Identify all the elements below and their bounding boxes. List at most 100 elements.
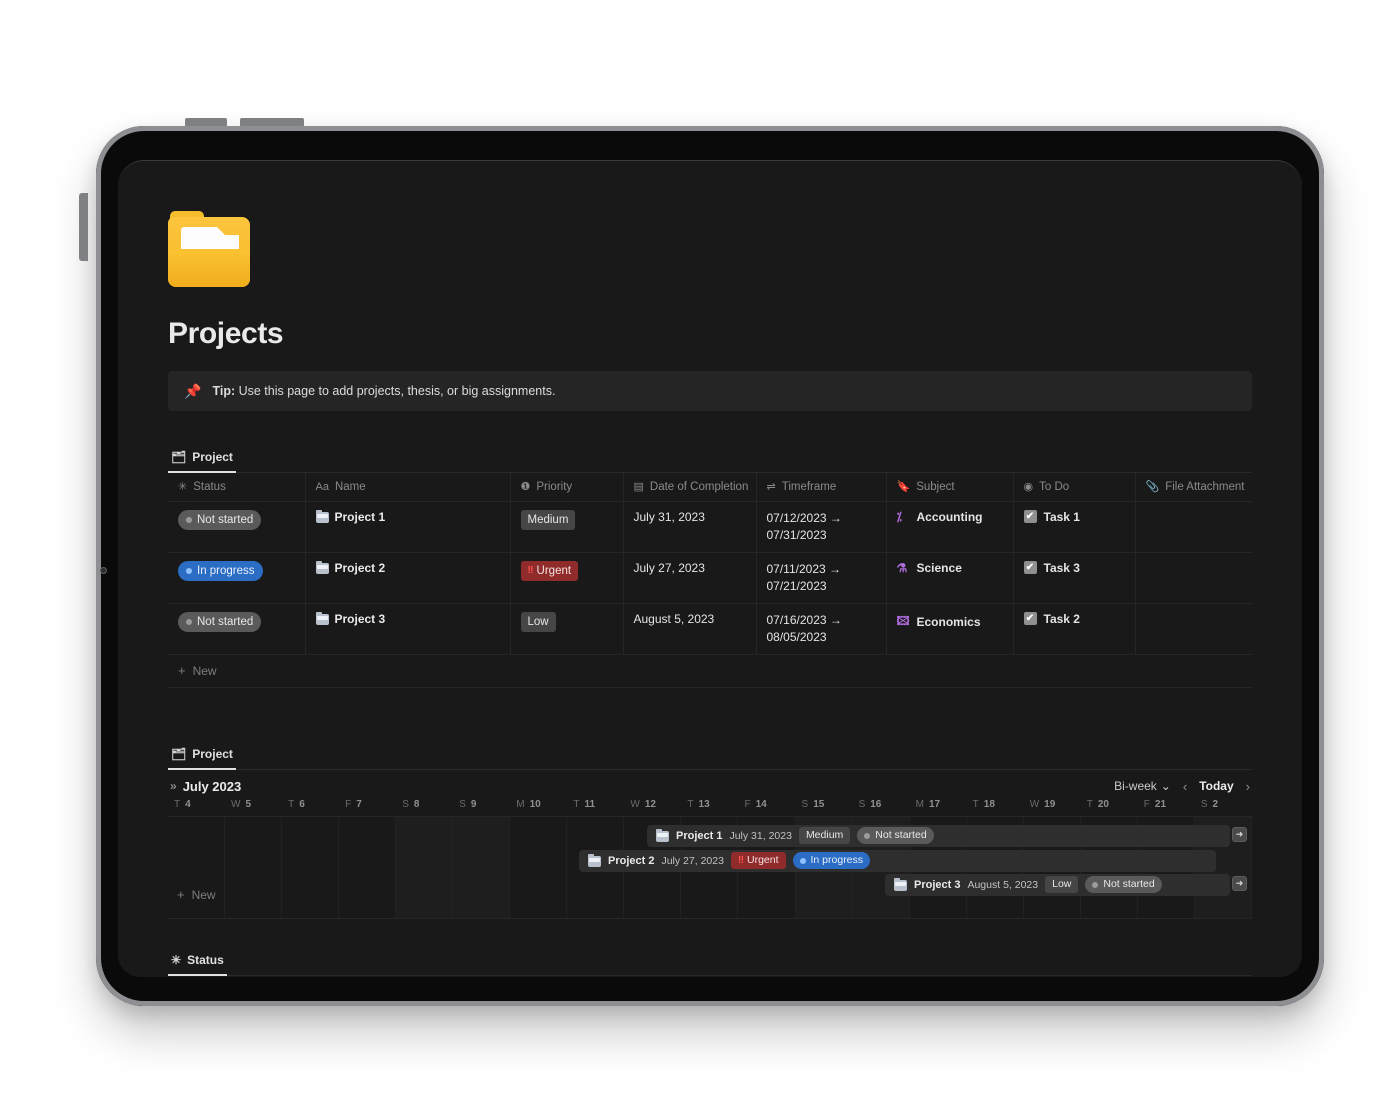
flask-icon: ⚗: [896, 560, 908, 575]
cell-subject[interactable]: ⚗ Science: [886, 552, 1014, 604]
row-name: Project 1: [334, 509, 386, 524]
chevron-down-icon: ⌄: [1160, 779, 1171, 793]
column-header-subject[interactable]: 🔖 Subject: [886, 473, 1014, 502]
timeline-item-date: August 5, 2023: [967, 878, 1039, 891]
column-header-name[interactable]: Aa Name: [305, 473, 511, 502]
timeline-prev-button[interactable]: ‹: [1183, 779, 1187, 794]
todo-label: Task 1: [1043, 509, 1080, 524]
column-header-priority[interactable]: ❶ Priority: [510, 473, 624, 502]
timeline-month[interactable]: » July 2023: [170, 779, 241, 794]
date-value: August 5, 2023: [633, 611, 715, 626]
chevron-double-right-icon[interactable]: »: [170, 779, 177, 793]
status-spinner-icon: ✳: [171, 952, 182, 967]
cell-name[interactable]: Project 2: [305, 552, 511, 604]
timeline-day: W 12: [630, 798, 656, 810]
timeline-item[interactable]: Project 3 August 5, 2023 Low Not started: [885, 873, 1230, 896]
text-aa-icon: Aa: [315, 480, 329, 493]
checkbox-icon[interactable]: ✔: [1023, 510, 1037, 523]
timeline-item-date: July 27, 2023: [661, 854, 724, 867]
cell-todo[interactable]: ✔ Task 3: [1013, 552, 1136, 604]
cell-status[interactable]: Not started: [168, 501, 306, 553]
cell-priority[interactable]: Medium: [510, 501, 624, 553]
cell-file-attachment[interactable]: [1135, 552, 1252, 604]
folder-icon: [315, 611, 329, 625]
table-row[interactable]: In progress Project 2 ‼ Urgent July 27, 2…: [168, 552, 1252, 604]
tip-label: Tip:: [212, 384, 236, 398]
checkbox-icon[interactable]: ✔: [1023, 561, 1037, 574]
cell-date[interactable]: July 31, 2023: [623, 501, 757, 553]
timeline-item[interactable]: Project 2 July 27, 2023 ‼ Urgent In progr…: [579, 849, 1216, 872]
column-header-date-of-completion[interactable]: ▤ Date of Completion: [623, 473, 757, 502]
cell-priority[interactable]: ‼ Urgent: [510, 552, 624, 604]
timeline-today-button[interactable]: Today: [1199, 779, 1233, 793]
timeline-day: S 15: [801, 798, 825, 810]
status-badge[interactable]: In progress: [178, 560, 263, 581]
priority-tag[interactable]: Medium: [520, 509, 576, 530]
cell-timeframe[interactable]: 07/11/2023 → 07/21/2023: [756, 552, 887, 604]
status-badge[interactable]: Not started: [178, 509, 262, 530]
page-icon-folder-icon[interactable]: [168, 211, 250, 287]
cell-priority[interactable]: Low: [510, 603, 624, 655]
timeline-day: T 20: [1086, 798, 1109, 810]
tab-label: Project: [192, 746, 233, 761]
timeframe-start: 07/16/2023 →: [766, 612, 842, 627]
column-label: Name: [334, 480, 366, 493]
column-header-todo[interactable]: ◉ To Do: [1013, 473, 1136, 502]
timeline-day: F7: [345, 798, 362, 810]
timeline-zoom-select[interactable]: Bi-week ⌄: [1114, 779, 1171, 793]
cell-date[interactable]: August 5, 2023: [623, 603, 757, 655]
cell-file-attachment[interactable]: [1135, 501, 1252, 553]
cell-todo[interactable]: ✔ Task 1: [1013, 501, 1136, 553]
timeframe-end: 07/31/2023: [766, 527, 827, 542]
cell-date[interactable]: July 27, 2023: [623, 552, 757, 604]
column-label: Priority: [536, 480, 573, 493]
timeline-new-button[interactable]: + New: [177, 888, 216, 902]
tab-status-board[interactable]: ✳ Status: [168, 949, 227, 976]
column-header-timeframe[interactable]: ⇌ Timeframe: [756, 473, 887, 502]
column-label: Date of Completion: [649, 480, 749, 493]
projects-table: ✳ Status Aa Name ❶ Priority ▤ Date of Comple…: [168, 473, 1252, 655]
page-title[interactable]: Projects: [168, 317, 1252, 351]
paperclip-icon: 📎: [1145, 481, 1160, 494]
tab-project-table[interactable]: 🗂 Project: [168, 446, 236, 473]
timeline-overflow-arrow-icon[interactable]: ➜: [1232, 826, 1247, 842]
priority-tag[interactable]: ‼ Urgent: [520, 560, 579, 581]
status-badge[interactable]: Not started: [178, 611, 262, 632]
table-row[interactable]: Not started Project 3 Low August 5, 2023…: [168, 603, 1252, 655]
new-label: New: [192, 663, 217, 678]
cell-name[interactable]: Project 1: [305, 501, 511, 553]
status-label: Not started: [197, 513, 254, 526]
row-name: Project 3: [334, 611, 386, 626]
timeline-day: T6: [288, 798, 305, 810]
column-header-status[interactable]: ✳ Status: [168, 473, 306, 502]
math-symbols-icon: ⁒: [896, 509, 902, 524]
cell-subject[interactable]: 🖾 Economics: [886, 603, 1014, 655]
row-name: Project 2: [334, 560, 386, 575]
tab-project-timeline[interactable]: 🗂 Project: [168, 743, 236, 770]
timeline-item[interactable]: Project 1 July 31, 2023 Medium Not start…: [647, 824, 1230, 847]
timeline-next-button[interactable]: ›: [1246, 779, 1250, 794]
cell-subject[interactable]: ⁒ Accounting: [886, 501, 1014, 553]
date-value: July 27, 2023: [633, 560, 705, 575]
timeline-toolbar: » July 2023 Bi-week ⌄ ‹ Today ›: [168, 770, 1252, 798]
cell-todo[interactable]: ✔ Task 2: [1013, 603, 1136, 655]
timeline-overflow-arrow-icon[interactable]: ➜: [1232, 875, 1247, 891]
table-new-row-button[interactable]: + New: [168, 655, 1252, 688]
timeframe-end: 08/05/2023: [766, 629, 827, 644]
todo-label: Task 2: [1043, 611, 1080, 626]
cell-status[interactable]: Not started: [168, 603, 306, 655]
cell-file-attachment[interactable]: [1135, 603, 1252, 655]
cell-timeframe[interactable]: 07/16/2023 → 08/05/2023: [756, 603, 887, 655]
cell-status[interactable]: In progress: [168, 552, 306, 604]
folder-icon: [315, 560, 329, 574]
table-row[interactable]: Not started Project 1 Medium July 31, 20…: [168, 501, 1252, 553]
cell-timeframe[interactable]: 07/12/2023 → 07/31/2023: [756, 501, 887, 553]
plus-icon: +: [178, 663, 186, 678]
database-board-block: ✳ Status Not started 2 Project 1: [168, 949, 1252, 978]
calendar-icon: ▤: [633, 481, 644, 494]
cell-name[interactable]: Project 3: [305, 603, 511, 655]
column-header-file-attachment[interactable]: 📎 File Attachment: [1135, 473, 1252, 502]
priority-tag[interactable]: Low: [520, 611, 556, 632]
checkbox-icon[interactable]: ✔: [1023, 612, 1037, 625]
timeframe-start: 07/11/2023 →: [766, 561, 842, 576]
